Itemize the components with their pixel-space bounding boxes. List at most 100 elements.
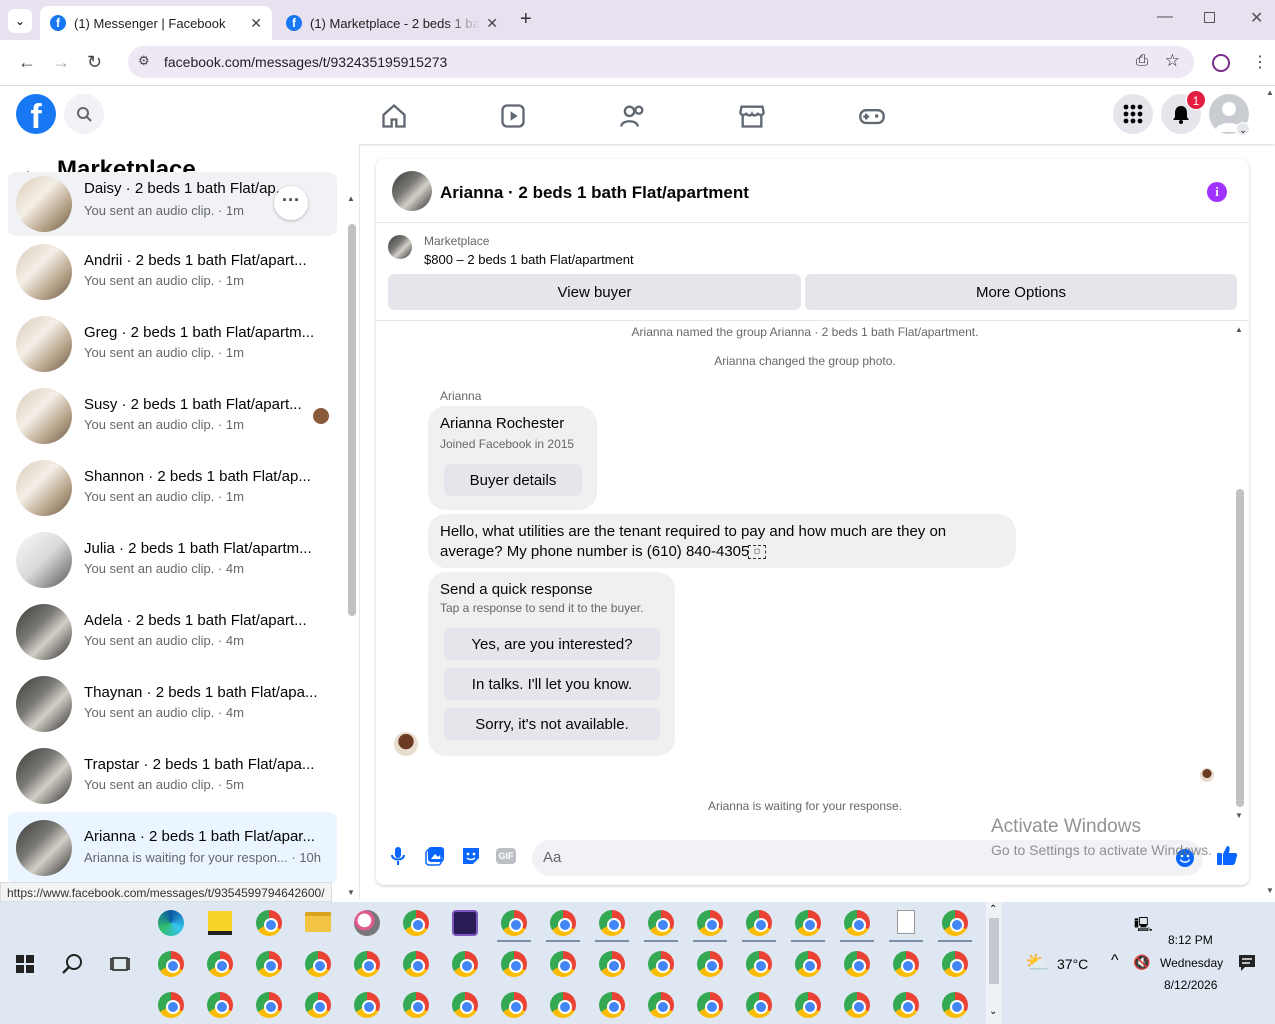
paint-icon[interactable] [354,910,380,936]
reload-icon[interactable]: ↻ [87,52,102,73]
conversation-item[interactable]: Trapstar · 2 beds 1 bath Flat/apa... You… [8,744,337,808]
forward-arrow-icon[interactable]: → [52,52,70,73]
quick-response-button[interactable]: Sorry, it's not available. [444,708,660,740]
clock-day[interactable]: Wednesday [1160,956,1223,970]
chrome-icon[interactable] [305,992,331,1018]
windows-start-icon[interactable] [16,955,34,973]
chrome-icon[interactable] [893,992,919,1018]
chrome-icon[interactable] [746,910,772,936]
browser-menu-icon[interactable]: ⋮ [1252,52,1268,72]
chrome-icon[interactable] [599,992,625,1018]
chrome-icon[interactable] [354,992,380,1018]
conversation-item-selected[interactable]: Arianna · 2 beds 1 bath Flat/apar... Ari… [8,812,337,884]
restore-button[interactable] [1204,12,1215,23]
chrome-icon[interactable] [942,951,968,977]
chrome-icon[interactable] [403,992,429,1018]
chrome-icon[interactable] [746,992,772,1018]
conversation-item[interactable]: Daisy · 2 beds 1 bath Flat/ap... You sen… [8,172,337,236]
quick-response-button[interactable]: Yes, are you interested? [444,628,660,660]
chrome-icon[interactable] [697,992,723,1018]
chrome-icon[interactable] [501,910,527,936]
search-icon[interactable] [62,953,84,975]
chrome-icon[interactable] [697,910,723,936]
task-view-icon[interactable] [110,954,130,974]
home-icon[interactable] [380,102,408,130]
tab-marketplace[interactable]: f (1) Marketplace - 2 beds 1 bath ✕ [276,6,508,40]
group-avatar[interactable] [392,171,432,211]
chrome-icon[interactable] [158,992,184,1018]
close-window-button[interactable]: ✕ [1250,8,1263,28]
install-app-icon[interactable]: ⎙ [1136,52,1148,69]
chrome-icon[interactable] [648,992,674,1018]
conversation-item[interactable]: Andrii · 2 beds 1 bath Flat/apart... You… [8,240,337,304]
page-scroll-down-arrow[interactable]: ▼ [1266,886,1274,895]
chrome-icon[interactable] [354,951,380,977]
chrome-icon[interactable] [648,910,674,936]
photo-icon[interactable] [425,846,445,866]
new-tab-button[interactable]: + [520,8,532,31]
friends-icon[interactable] [619,102,647,130]
menu-button[interactable] [1113,94,1153,134]
conversation-item[interactable]: Susy · 2 beds 1 bath Flat/apart... You s… [8,384,337,448]
chrome-icon[interactable] [452,992,478,1018]
back-arrow-icon[interactable]: ← [18,52,36,73]
chrome-icon[interactable] [942,910,968,936]
close-tab-icon[interactable]: ✕ [486,15,498,32]
chrome-icon[interactable] [795,951,821,977]
scroll-up-arrow[interactable]: ▲ [1235,325,1243,334]
chrome-icon[interactable] [403,910,429,936]
chrome-icon[interactable] [599,951,625,977]
facebook-logo[interactable]: f [16,94,56,134]
conversation-item[interactable]: Adela · 2 beds 1 bath Flat/apart... You … [8,600,337,664]
chrome-icon[interactable] [256,992,282,1018]
chrome-icon[interactable] [256,910,282,936]
chrome-icon[interactable] [746,951,772,977]
chrome-icon[interactable] [942,992,968,1018]
tab-search-button[interactable]: ⌄ [8,9,32,33]
chrome-icon[interactable] [844,951,870,977]
gif-icon[interactable]: GIF [496,848,516,864]
clock-time[interactable]: 8:12 PM [1168,933,1213,947]
video-icon[interactable] [499,102,527,130]
edge-icon[interactable] [158,910,184,936]
weather-icon[interactable]: ⛅ [1025,950,1050,975]
document-icon[interactable] [897,910,915,934]
chrome-icon[interactable] [795,910,821,936]
chrome-icon[interactable] [599,910,625,936]
chrome-icon[interactable] [550,951,576,977]
chrome-icon[interactable] [403,951,429,977]
chrome-icon[interactable] [207,951,233,977]
conversation-item[interactable]: Thaynan · 2 beds 1 bath Flat/apa... You … [8,672,337,736]
notification-center-icon[interactable] [1238,954,1256,972]
chrome-icon[interactable] [550,910,576,936]
chrome-icon[interactable] [256,951,282,977]
sticky-notes-icon[interactable] [208,911,232,935]
chrome-icon[interactable] [452,951,478,977]
more-options-button[interactable]: ··· [274,186,308,220]
chrome-icon[interactable] [844,910,870,936]
site-info-icon[interactable]: ⚙ [138,53,150,69]
gaming-icon[interactable] [858,102,886,130]
page-scroll-up-arrow[interactable]: ▲ [1266,88,1274,97]
listing-title[interactable]: $800 – 2 beds 1 bath Flat/apartment [424,252,634,267]
network-icon[interactable]: 🖳 [1134,914,1153,938]
chrome-icon[interactable] [207,992,233,1018]
chrome-icon[interactable] [305,951,331,977]
info-button[interactable]: i [1207,182,1227,202]
file-explorer-icon[interactable] [305,912,331,932]
sticker-icon[interactable] [461,846,481,866]
conversation-item[interactable]: Greg · 2 beds 1 bath Flat/apartm... You … [8,312,337,376]
conversation-item[interactable]: Julia · 2 beds 1 bath Flat/apartm... You… [8,528,337,592]
chevron-up-icon[interactable]: ⌃ [989,904,997,915]
profile-icon[interactable] [1212,54,1230,72]
address-bar[interactable]: ⚙ facebook.com/messages/t/93243519591527… [128,46,1194,78]
chrome-icon[interactable] [550,992,576,1018]
search-button[interactable] [64,94,104,134]
speaker-muted-icon[interactable]: 🔇 [1133,954,1150,971]
conversation-item[interactable]: Shannon · 2 beds 1 bath Flat/ap... You s… [8,456,337,520]
chrome-icon[interactable] [648,951,674,977]
chrome-icon[interactable] [844,992,870,1018]
media-app-icon[interactable] [452,910,478,936]
clock-date[interactable]: 8/12/2026 [1164,978,1217,992]
view-buyer-button[interactable]: View buyer [388,274,801,310]
